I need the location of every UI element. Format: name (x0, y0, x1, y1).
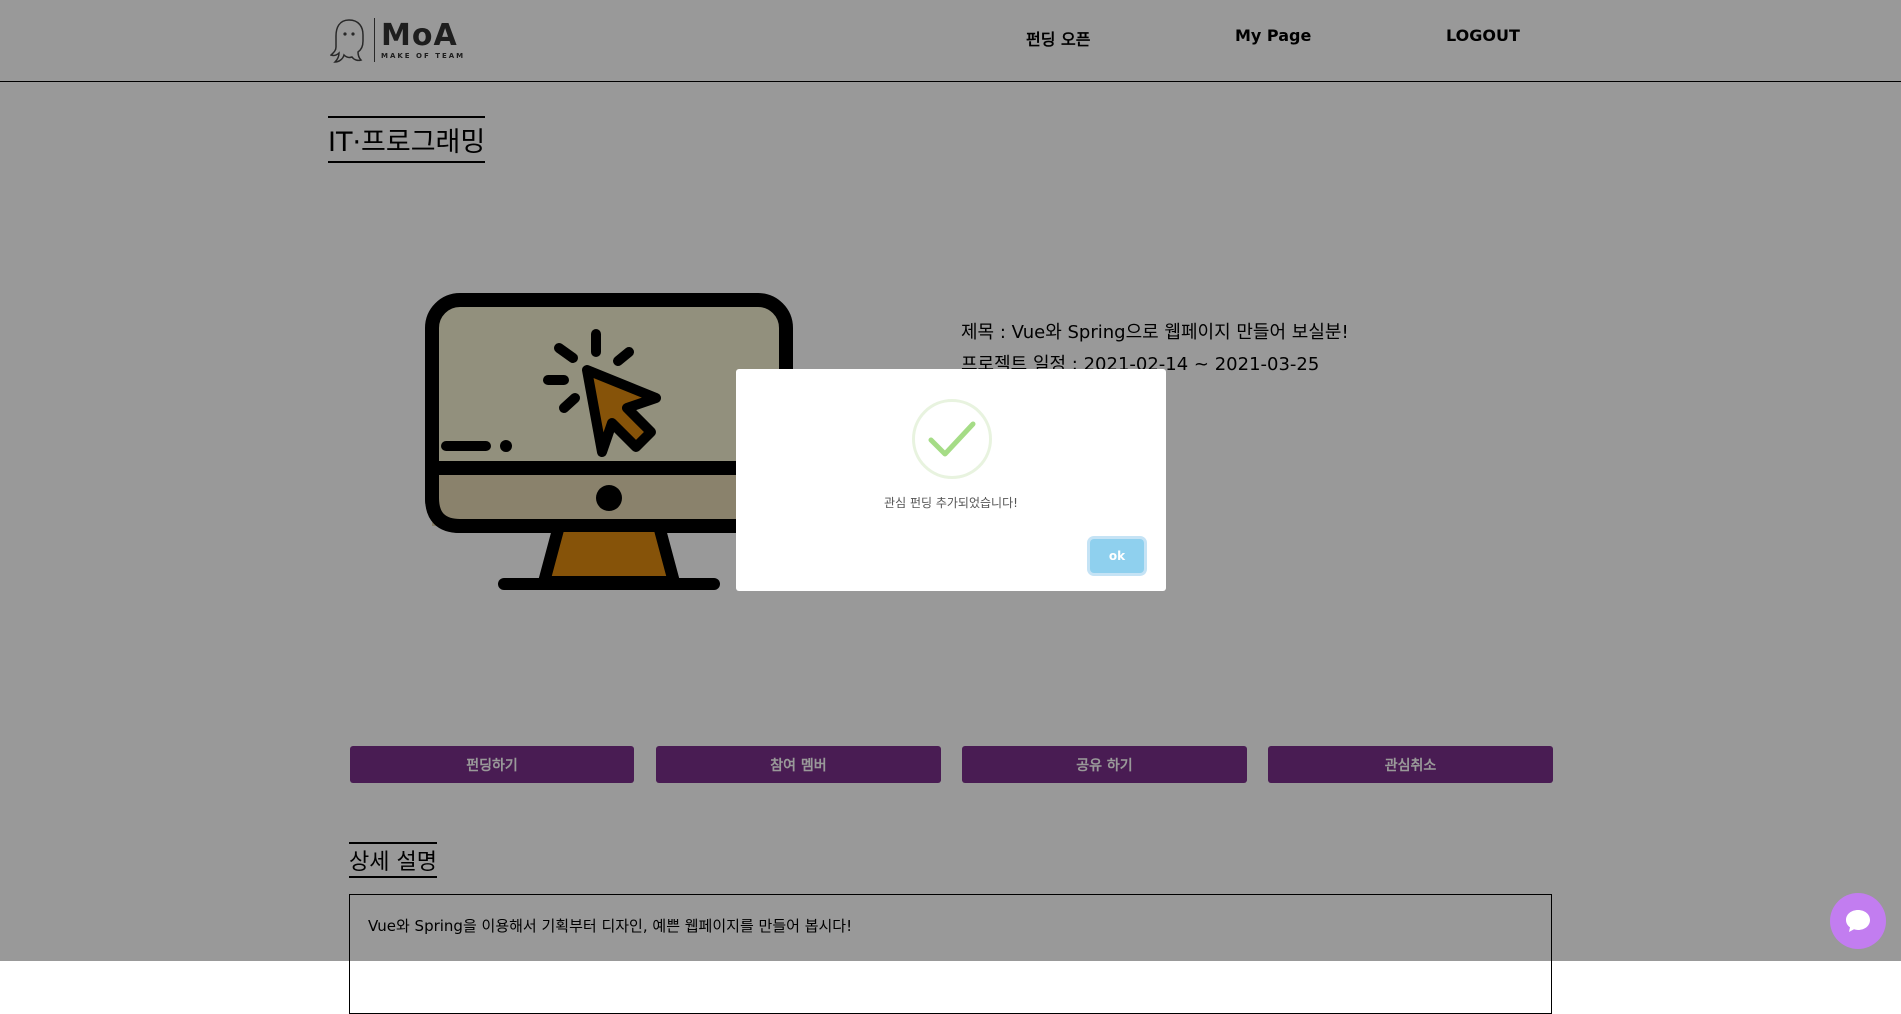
alert-message: 관심 펀딩 추가되었습니다! (884, 496, 1018, 510)
chat-button[interactable] (1830, 893, 1886, 949)
chat-bubble-icon (1846, 910, 1870, 932)
success-badge (912, 399, 992, 479)
alert-dialog: 관심 펀딩 추가되었습니다! ok (736, 369, 1166, 591)
check-icon (928, 421, 976, 457)
ok-button[interactable]: ok (1090, 539, 1144, 573)
